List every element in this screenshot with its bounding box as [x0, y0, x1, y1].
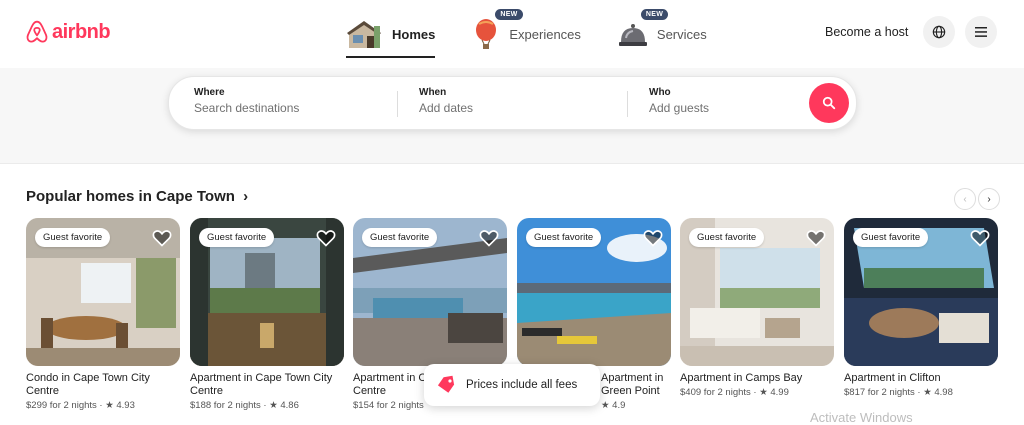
new-badge: NEW — [640, 9, 669, 20]
when-label: When — [419, 87, 447, 98]
listing-price-rating: $188 for 2 nights · ★ 4.86 — [190, 400, 299, 411]
heart-icon[interactable] — [316, 228, 336, 248]
price-tag-icon — [437, 375, 455, 393]
globe-icon — [932, 25, 946, 39]
balloon-icon — [476, 19, 497, 49]
category-nav: Homes NEW Experiences NEW Services — [346, 9, 707, 58]
who-placeholder: Add guests — [649, 101, 710, 115]
prices-fees-toast[interactable]: Prices include all fees — [424, 364, 600, 406]
listing-photo[interactable]: Guest favorite — [190, 218, 344, 366]
heart-icon[interactable] — [970, 228, 990, 248]
carousel-prev-button[interactable]: ‹ — [954, 188, 976, 210]
listing-card[interactable]: Guest favorite Apartment in Cape Town Ci… — [190, 218, 344, 411]
when-field[interactable]: When Add dates — [419, 87, 473, 115]
house-icon — [347, 21, 381, 48]
listing-photo[interactable]: Guest favorite — [353, 218, 507, 366]
become-host-link[interactable]: Become a host — [825, 25, 908, 39]
logo-text: airbnb — [52, 20, 111, 43]
heart-icon[interactable] — [806, 228, 826, 248]
tab-experiences-label: Experiences — [509, 26, 581, 42]
where-placeholder: Search destinations — [194, 101, 300, 115]
carousel-next-button[interactable]: › — [978, 188, 1000, 210]
listing-photo[interactable]: Guest favorite — [26, 218, 180, 366]
heart-icon[interactable] — [152, 228, 172, 248]
listing-card[interactable]: Guest favorite Condo in Cape Town City C… — [26, 218, 180, 411]
listing-price-rating: $409 for 2 nights · ★ 4.99 — [680, 387, 789, 398]
where-label: Where — [194, 87, 225, 98]
search-button[interactable] — [809, 83, 849, 123]
top-header: airbnb Homes NEW Experiences NEW Service… — [0, 0, 1024, 68]
listing-card[interactable]: Guest favorite Apartment in Camps Bay $4… — [680, 218, 834, 398]
toast-text: Prices include all fees — [466, 379, 578, 391]
listing-title: Apartment in Clifton — [844, 372, 941, 384]
listing-price-rating: $817 for 2 nights · ★ 4.98 — [844, 387, 953, 398]
chevron-right-icon: › — [987, 193, 991, 205]
heart-icon[interactable] — [643, 228, 663, 248]
tab-services-label: Services — [656, 26, 707, 42]
who-field[interactable]: Who Add guests — [649, 87, 709, 115]
guest-favorite-badge: Guest favorite — [362, 228, 438, 247]
bell-icon — [618, 24, 647, 46]
listing-photo[interactable]: Guest favorite — [517, 218, 671, 366]
airbnb-logo[interactable]: airbnb — [26, 20, 111, 44]
listing-title: Apartment in Cape Town City Centre — [190, 372, 333, 397]
listing-title: Apartment in Camps Bay — [680, 372, 803, 384]
search-icon — [822, 96, 836, 110]
new-badge: NEW — [495, 9, 523, 20]
guest-favorite-badge: Guest favorite — [853, 228, 929, 247]
chevron-right-icon: › — [243, 188, 249, 205]
section-title-text: Popular homes in Cape Town — [26, 188, 235, 205]
divider — [397, 91, 398, 117]
where-field[interactable]: Where Search destinations — [194, 87, 299, 115]
tab-experiences[interactable]: NEW Experiences — [471, 9, 581, 54]
section-title[interactable]: Popular homes in Cape Town › — [26, 188, 248, 205]
menu-icon — [975, 27, 987, 37]
guest-favorite-badge: Guest favorite — [35, 228, 111, 247]
airbnb-logo-icon — [26, 20, 48, 43]
guest-favorite-badge: Guest favorite — [199, 228, 275, 247]
language-button[interactable] — [923, 16, 955, 48]
divider — [627, 91, 628, 117]
tab-homes[interactable]: Homes — [346, 14, 436, 58]
heart-icon[interactable] — [479, 228, 499, 248]
search-bar: Where Search destinations When Add dates… — [168, 76, 857, 130]
main-menu-button[interactable] — [965, 16, 997, 48]
listing-photo[interactable]: Guest favorite — [680, 218, 834, 366]
who-label: Who — [649, 87, 671, 98]
listing-title: Condo in Cape Town City Centre — [26, 372, 150, 397]
guest-favorite-badge: Guest favorite — [526, 228, 602, 247]
os-watermark: Activate Windows — [810, 410, 913, 425]
tab-services[interactable]: NEW Services — [617, 9, 707, 54]
listing-price-rating: $299 for 2 nights · ★ 4.93 — [26, 400, 135, 411]
when-placeholder: Add dates — [419, 101, 474, 115]
guest-favorite-badge: Guest favorite — [689, 228, 765, 247]
listing-card[interactable]: Guest favorite Apartment in Clifton $817… — [844, 218, 998, 398]
chevron-left-icon: ‹ — [963, 193, 967, 205]
listing-photo[interactable]: Guest favorite — [844, 218, 998, 366]
tab-homes-label: Homes — [392, 26, 436, 42]
